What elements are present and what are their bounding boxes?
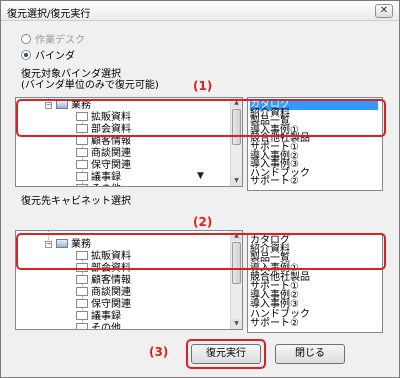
- source-label: 復元対象バインダ選択 (バインダ単位のみで復元可能): [21, 69, 159, 91]
- tree-node[interactable]: その他: [76, 323, 121, 330]
- radio-circle: [21, 33, 31, 44]
- highlight-box-1: [16, 99, 386, 137]
- tree-node-label: 保守関連: [91, 160, 131, 171]
- binder-icon: [76, 323, 88, 329]
- restore-dialog: 復元選択/復元実行 ✕ 作業デスク バインダ 復元対象バインダ選択 (バインダ単…: [0, 0, 400, 378]
- binder-icon: [76, 184, 88, 186]
- radio-binder-label: バインダ: [35, 51, 75, 62]
- tree-node[interactable]: 商談関連: [76, 148, 131, 159]
- binder-icon: [76, 287, 88, 296]
- tree-node[interactable]: 議事録: [76, 311, 121, 322]
- radio-circle: [21, 49, 31, 60]
- tree-node[interactable]: 顧客情報: [76, 136, 131, 147]
- list-item[interactable]: サポート②: [250, 177, 299, 187]
- tree-node-label: 商談関連: [91, 287, 131, 298]
- window-title: 復元選択/復元実行: [7, 9, 91, 20]
- tree-node[interactable]: 議事録: [76, 172, 121, 183]
- tree-node-label: 議事録: [91, 311, 121, 322]
- down-arrow-icon: ▼: [197, 171, 204, 181]
- radio-workdesk[interactable]: 作業デスク: [21, 31, 85, 46]
- radio-binder[interactable]: バインダ: [21, 47, 75, 62]
- callout-1: (1): [193, 79, 213, 93]
- binder-icon: [76, 136, 88, 145]
- tree-node[interactable]: 保守関連: [76, 160, 131, 171]
- scroll-down-arrow-icon[interactable]: ▼: [231, 176, 242, 186]
- scroll-down-arrow-icon[interactable]: ▼: [231, 319, 242, 329]
- callout-3: (3): [149, 345, 169, 359]
- source-label-line2: (バインダ単位のみで復元可能): [21, 80, 159, 91]
- binder-icon: [76, 299, 88, 308]
- tree-node[interactable]: その他: [76, 184, 121, 186]
- restore-button[interactable]: 復元実行: [191, 344, 261, 364]
- source-label-line1: 復元対象バインダ選択: [21, 69, 121, 80]
- binder-icon: [76, 148, 88, 157]
- tree-node-label: 顧客情報: [91, 136, 131, 147]
- close-window-button[interactable]: ✕: [375, 4, 393, 18]
- target-label: 復元先キャビネット選択: [21, 196, 131, 207]
- highlight-box-2: [16, 233, 386, 270]
- tree-node-label: その他: [91, 184, 121, 186]
- binder-icon: [76, 160, 88, 169]
- tree-node[interactable]: 商談関連: [76, 287, 131, 298]
- tree-node-label: 議事録: [91, 172, 121, 183]
- binder-icon: [76, 275, 88, 284]
- tree-node[interactable]: 保守関連: [76, 299, 131, 310]
- binder-icon: [76, 311, 88, 320]
- title-bar: 復元選択/復元実行 ✕: [1, 1, 399, 21]
- tree-node-label: 保守関連: [91, 299, 131, 310]
- tree-node-label: 商談関連: [91, 148, 131, 159]
- tree-node[interactable]: 顧客情報: [76, 275, 131, 286]
- list-item[interactable]: サポート②: [250, 318, 299, 329]
- binder-icon: [76, 172, 88, 181]
- close-button[interactable]: 閉じる: [275, 344, 345, 364]
- callout-2: (2): [193, 215, 213, 229]
- tree-node-label: 顧客情報: [91, 275, 131, 286]
- radio-workdesk-label: 作業デスク: [35, 35, 85, 46]
- tree-node-label: その他: [91, 323, 121, 330]
